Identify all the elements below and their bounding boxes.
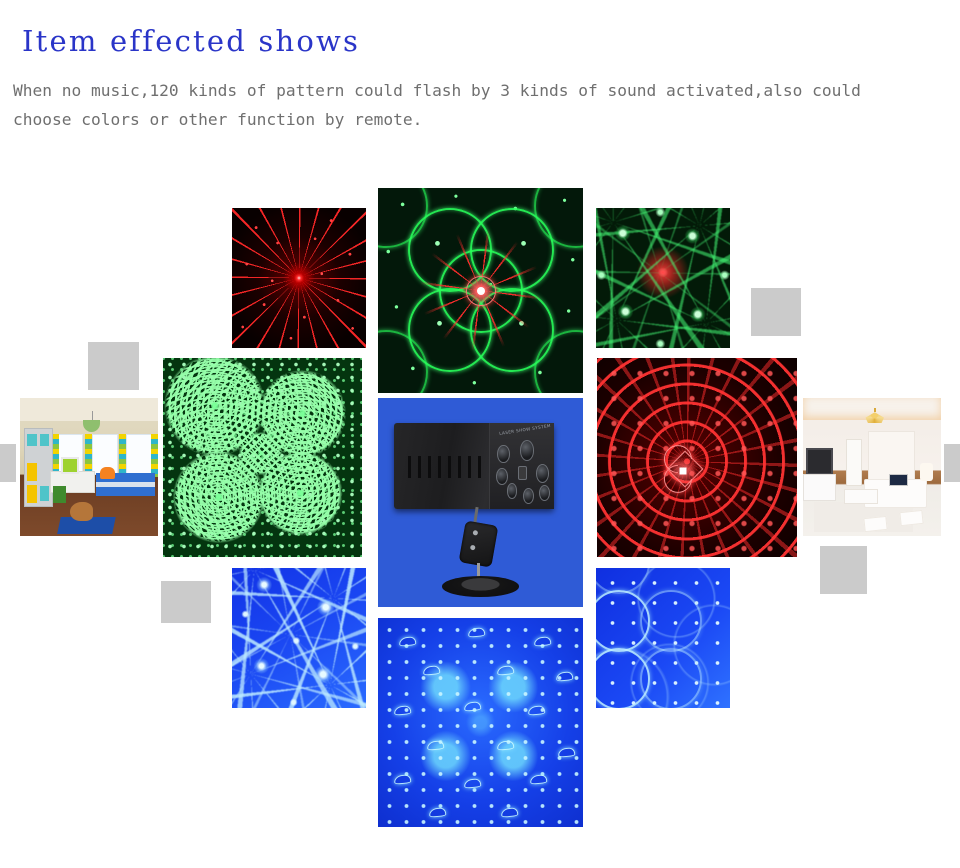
image-placeholder [751, 288, 801, 336]
dolphin-icon [393, 773, 412, 785]
dolphin-icon [496, 665, 515, 676]
white-bedroom-scene [803, 398, 941, 536]
lens-aperture [520, 440, 535, 461]
red-center-dot [679, 467, 687, 475]
image-placeholder [161, 581, 211, 623]
dolphin-icon [555, 671, 574, 683]
toy-dog [69, 501, 94, 521]
tile-blue-circles-pattern [596, 568, 730, 708]
image-placeholder [944, 444, 960, 482]
image-placeholder [0, 444, 16, 482]
dolphin-icon [529, 773, 548, 785]
red-center-dot [476, 286, 485, 295]
green-swirl-nodes [596, 208, 730, 348]
console-table [803, 473, 837, 502]
dolphin-icon [557, 746, 576, 758]
chandelier [864, 407, 886, 426]
dolphin-icon [422, 665, 441, 676]
dolphin-shape-group [378, 618, 583, 827]
monitor [61, 457, 80, 474]
tile-green-flower-red-burst-pattern [378, 188, 583, 393]
dolphin-icon [527, 704, 546, 716]
lens-aperture [523, 488, 535, 505]
projector-body: LASER SHOW SYSTEM [394, 423, 555, 509]
dolphin-icon [463, 700, 482, 712]
tile-green-swirl-red-core-pattern [596, 208, 730, 348]
green-spiral-rings [163, 358, 362, 557]
dolphin-icon [533, 635, 552, 647]
blue-circle-ring [640, 590, 702, 652]
dolphin-icon [398, 635, 416, 647]
lens-aperture [506, 483, 518, 500]
dolphin-icon [393, 704, 412, 716]
tile-white-bedroom-photo [803, 398, 941, 536]
table-lamp [920, 462, 933, 481]
dolphin-icon [428, 807, 447, 819]
image-placeholder [88, 342, 139, 390]
lens-aperture [538, 484, 550, 502]
floor-pillow [863, 515, 888, 532]
pillow [100, 467, 116, 480]
projector-base [441, 575, 520, 597]
door [845, 439, 863, 487]
bench [844, 489, 878, 505]
dolphin-icon [500, 807, 519, 819]
projector-brand-label: LASER SHOW SYSTEM [498, 423, 552, 437]
tile-kids-bedroom-photo [20, 398, 158, 536]
blue-swirl-nodes [232, 568, 366, 708]
blue-circle-ring [640, 648, 702, 708]
red-starburst-pattern [232, 208, 366, 348]
chair [53, 486, 66, 503]
kids-bedroom-scene [20, 398, 158, 536]
bookshelf [24, 428, 54, 508]
tile-blue-dolphin-grid-pattern [378, 618, 583, 827]
tile-green-dotted-spiral-pattern [163, 358, 362, 557]
television [805, 447, 834, 476]
effect-showcase-collage: LASER SHOW SYSTEM [0, 0, 960, 868]
projector-front-face: LASER SHOW SYSTEM [488, 423, 555, 509]
image-placeholder [820, 546, 867, 594]
dolphin-icon [463, 778, 482, 789]
tile-blue-swirl-pattern [232, 568, 366, 708]
red-star-dot-field [597, 358, 797, 557]
dolphin-icon [496, 740, 515, 752]
dolphin-icon [426, 740, 445, 752]
lens-aperture [536, 464, 550, 484]
laptop [888, 473, 908, 487]
projector-vent-slots [400, 455, 484, 478]
tile-red-heart-spiral-pattern [597, 358, 797, 557]
lens-aperture [497, 445, 510, 464]
dolphin-icon [467, 627, 486, 639]
tile-red-starburst-pattern [232, 208, 366, 348]
floor-pillow [898, 509, 924, 527]
warning-triangle-icon [518, 465, 528, 480]
tile-laser-projector-product-photo: LASER SHOW SYSTEM [378, 398, 583, 607]
lens-aperture [496, 467, 508, 485]
